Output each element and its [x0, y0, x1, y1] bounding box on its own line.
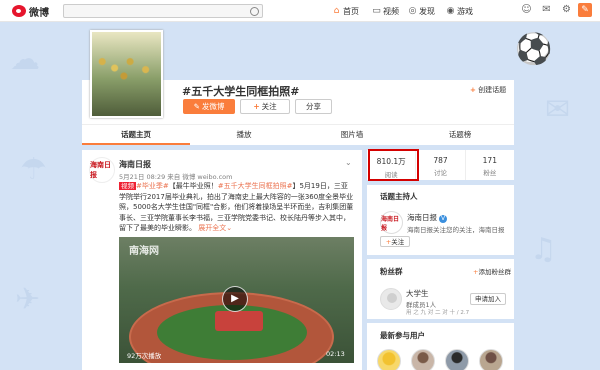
user-avatar[interactable] [445, 349, 469, 370]
video-watermark: 南海网 [129, 246, 159, 257]
nav-game-label: 游戏 [457, 6, 473, 16]
post-weibo-label: 发微博 [201, 102, 225, 111]
message-icon[interactable]: ✉ [541, 4, 552, 15]
chevron-down-icon[interactable]: ⌄ [345, 158, 352, 167]
tab-play[interactable]: 播放 [190, 125, 298, 145]
topic-title: #五千大学生同框拍照# [182, 85, 300, 98]
reads-highlight-box [368, 149, 419, 181]
game-icon: ◉ [446, 5, 455, 16]
fan-group-subtext: 用 之 九 对 二 对 十 / 2.7 [406, 310, 470, 316]
follow-topic-button[interactable]: + 关注 [240, 99, 290, 114]
user-avatar[interactable] [479, 349, 503, 370]
create-topic-link[interactable]: + 创建话题 [470, 85, 506, 95]
nav-discover-label: 发现 [419, 6, 435, 16]
host-name[interactable]: 海南日报 V [407, 212, 447, 223]
compose-icon[interactable]: ✎ [578, 3, 592, 17]
author-avatar[interactable]: 海南日报 [89, 157, 115, 183]
settings-icon[interactable]: ⚙ [561, 4, 572, 15]
stat-fans-label: 粉丝 [483, 169, 497, 177]
host-description: 海南日报关注您的关注，海南日报 [407, 226, 505, 234]
post-text-part: 【最牛毕业照！ [168, 182, 218, 190]
discover-icon: ◎ [408, 5, 417, 16]
expand-link[interactable]: 展开全文 [198, 224, 226, 232]
apply-join-button[interactable]: 申请加入 [470, 293, 506, 305]
nav-video-label: 视频 [383, 6, 399, 16]
host-avatar[interactable]: 海南日报 [380, 211, 403, 234]
search-input[interactable] [64, 5, 244, 17]
nav-home[interactable]: ⌂ 首页 [332, 4, 359, 18]
post-meta: 5月21日 08:29 来自 微博 weibo.com [119, 173, 233, 181]
logo-text: 微博 [29, 7, 49, 19]
share-button[interactable]: 分享 [295, 99, 332, 114]
nav-game[interactable]: ◉ 游戏 [446, 4, 473, 18]
fan-group-name[interactable]: 大学生 [406, 288, 429, 299]
chevron-down-icon: ⌄ [226, 224, 233, 232]
compose-icon: ✎ [193, 102, 200, 111]
post-weibo-button[interactable]: ✎ 发微博 [183, 99, 235, 114]
host-section-title: 话题主持人 [380, 192, 418, 201]
top-navigation-bar: 微博 ⌂ 首页 ▭ 视频 ◎ 发现 ◉ 游戏 ☺ ✉ ⚙ ✎ [0, 0, 600, 22]
host-follow-button[interactable]: +关注 [380, 236, 410, 247]
stat-discussions-value: 787 [433, 156, 448, 165]
follow-topic-label: 关注 [261, 102, 277, 111]
field-sign [215, 311, 263, 331]
tab-home[interactable]: 话题主页 [82, 125, 190, 145]
topic-tabs: 话题主页 播放 图片墙 话题榜 [82, 124, 514, 145]
weibo-logo-icon [12, 5, 26, 17]
search-icon[interactable] [250, 7, 259, 16]
hashtag-link[interactable]: #五千大学生同框拍照# [218, 182, 293, 190]
add-fan-group-label: 添加粉丝群 [478, 268, 511, 276]
fans-section-title: 粉丝群 [380, 267, 403, 276]
stat-fans-value: 171 [482, 156, 497, 165]
add-fan-group-link[interactable]: +添加粉丝群 [473, 266, 511, 276]
nav-discover[interactable]: ◎ 发现 [408, 4, 435, 18]
user-avatar[interactable] [411, 349, 435, 370]
recent-section-title: 最新参与用户 [380, 331, 425, 340]
user-icon[interactable]: ☺ [521, 4, 532, 15]
plus-icon: + [253, 102, 260, 111]
user-toolbar: ☺ ✉ ⚙ [521, 4, 572, 15]
verified-icon: V [439, 215, 447, 223]
plus-icon: + [470, 86, 476, 94]
nav-home-label: 首页 [343, 6, 359, 16]
video-icon: ▭ [372, 5, 381, 16]
stat-discussions: 787 讨论 [416, 150, 466, 180]
video-player[interactable]: 南海网 ▶ 92万次播放 02:13 [119, 237, 354, 363]
create-topic-label: 创建话题 [478, 86, 507, 94]
host-name-text: 海南日报 [407, 213, 437, 222]
share-label: 分享 [306, 102, 321, 111]
home-icon: ⌂ [333, 5, 340, 16]
tab-ranking[interactable]: 话题榜 [406, 125, 514, 145]
user-avatar[interactable] [377, 349, 401, 370]
post-text: 视频 #毕业季#【最牛毕业照！#五千大学生同框拍照#】5月19日，三亚学院举行20… [119, 181, 354, 234]
weibo-logo[interactable]: 微博 [12, 3, 56, 19]
hashtag-link[interactable]: #毕业季# [136, 182, 169, 190]
fan-group-avatar[interactable] [380, 288, 402, 310]
host-follow-label: 关注 [391, 238, 405, 246]
author-name[interactable]: 海南日报 [119, 159, 151, 170]
video-badge: 视频 [119, 182, 136, 190]
tab-photo-wall[interactable]: 图片墙 [298, 125, 406, 145]
search-box [63, 4, 263, 18]
video-view-count: 92万次播放 [127, 352, 162, 360]
recent-user-list [377, 349, 503, 370]
play-icon[interactable]: ▶ [222, 286, 248, 312]
nav-video[interactable]: ▭ 视频 [372, 4, 399, 18]
stat-discussions-label: 讨论 [433, 169, 447, 177]
stat-fans: 171 粉丝 [466, 150, 514, 180]
video-duration: 02:13 [326, 350, 345, 358]
topic-cover-image [90, 30, 163, 118]
